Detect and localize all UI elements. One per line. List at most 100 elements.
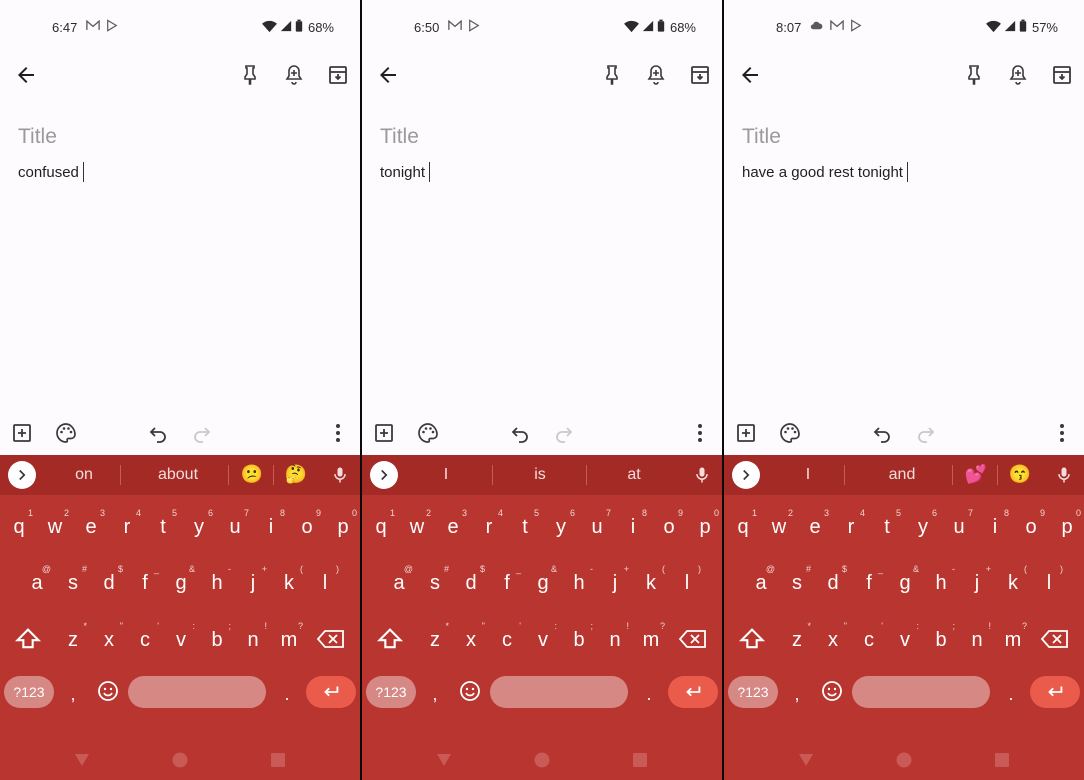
backspace-key[interactable]	[316, 625, 346, 653]
expand-toolbar-button[interactable]	[732, 461, 760, 489]
key-h[interactable]: -h	[199, 559, 235, 599]
emoji-suggestion[interactable]: 💕	[964, 464, 988, 485]
key-j[interactable]: + j	[235, 559, 271, 599]
backspace-key[interactable]	[678, 625, 708, 653]
key-l[interactable]: ) l	[669, 559, 705, 599]
key-h[interactable]: -h	[923, 559, 959, 599]
key-b[interactable]: ; b	[923, 616, 959, 656]
nav-back-triangle-icon[interactable]	[434, 750, 454, 770]
suggestion-word[interactable]: and	[862, 466, 942, 484]
back-arrow-icon[interactable]	[738, 63, 762, 87]
key-b[interactable]: ; b	[199, 616, 235, 656]
note-body-field[interactable]: tonight	[380, 162, 431, 182]
key-q[interactable]: 1q	[363, 503, 399, 543]
emoji-key[interactable]	[458, 679, 482, 703]
note-body-field[interactable]: have a good rest tonight	[742, 162, 908, 182]
symbols-key[interactable]: ?123	[728, 676, 778, 708]
undo-icon[interactable]	[870, 421, 894, 445]
reminder-bell-icon[interactable]	[644, 63, 668, 87]
period-key[interactable]: .	[640, 680, 658, 708]
note-title-field[interactable]: Title	[380, 125, 419, 149]
key-p[interactable]: 0p	[325, 503, 360, 543]
key-w[interactable]: 2w	[37, 503, 73, 543]
nav-home-circle-icon[interactable]	[170, 750, 190, 770]
space-bar[interactable]	[128, 676, 266, 708]
key-o[interactable]: 9o	[289, 503, 325, 543]
palette-icon[interactable]	[778, 421, 802, 445]
key-i[interactable]: 8i	[615, 503, 651, 543]
key-f[interactable]: _ f	[127, 559, 163, 599]
archive-icon[interactable]	[688, 63, 712, 87]
key-m[interactable]: ? m	[995, 616, 1031, 656]
key-m[interactable]: ? m	[633, 616, 669, 656]
key-a[interactable]: @ a	[743, 559, 779, 599]
comma-key[interactable]: ,	[426, 680, 444, 708]
key-k[interactable]: (k	[633, 559, 669, 599]
shift-key[interactable]	[376, 625, 404, 653]
space-bar[interactable]	[852, 676, 990, 708]
archive-icon[interactable]	[1050, 63, 1074, 87]
nav-back-triangle-icon[interactable]	[72, 750, 92, 770]
key-t[interactable]: 5t	[145, 503, 181, 543]
redo-icon[interactable]	[552, 421, 576, 445]
key-w[interactable]: 2w	[761, 503, 797, 543]
back-arrow-icon[interactable]	[376, 63, 400, 87]
redo-icon[interactable]	[914, 421, 938, 445]
key-n[interactable]: ! n	[959, 616, 995, 656]
key-e[interactable]: 3e	[73, 503, 109, 543]
key-u[interactable]: 7u	[217, 503, 253, 543]
key-s[interactable]: # s	[417, 559, 453, 599]
suggestion-word[interactable]: about	[138, 466, 218, 484]
key-l[interactable]: ) l	[307, 559, 343, 599]
nav-back-triangle-icon[interactable]	[796, 750, 816, 770]
key-i[interactable]: 8i	[977, 503, 1013, 543]
key-r[interactable]: 4r	[833, 503, 869, 543]
note-title-field[interactable]: Title	[742, 125, 781, 149]
note-title-field[interactable]: Title	[18, 125, 57, 149]
enter-key[interactable]	[306, 676, 356, 708]
more-options-icon[interactable]	[326, 421, 350, 445]
key-d[interactable]: $ d	[91, 559, 127, 599]
key-c[interactable]: ' c	[851, 616, 887, 656]
emoji-key[interactable]	[820, 679, 844, 703]
key-o[interactable]: 9o	[1013, 503, 1049, 543]
comma-key[interactable]: ,	[64, 680, 82, 708]
key-h[interactable]: -h	[561, 559, 597, 599]
suggestion-word[interactable]: I	[406, 466, 486, 484]
emoji-suggestion[interactable]: 🤔	[284, 464, 308, 485]
back-arrow-icon[interactable]	[14, 63, 38, 87]
nav-recents-square-icon[interactable]	[268, 750, 288, 770]
enter-key[interactable]	[1030, 676, 1080, 708]
key-l[interactable]: ) l	[1031, 559, 1067, 599]
key-z[interactable]: * z	[779, 616, 815, 656]
key-a[interactable]: @ a	[381, 559, 417, 599]
redo-icon[interactable]	[190, 421, 214, 445]
key-v[interactable]: :v	[525, 616, 561, 656]
key-e[interactable]: 3e	[435, 503, 471, 543]
more-options-icon[interactable]	[1050, 421, 1074, 445]
nav-recents-square-icon[interactable]	[630, 750, 650, 770]
add-box-icon[interactable]	[10, 421, 34, 445]
add-box-icon[interactable]	[734, 421, 758, 445]
backspace-key[interactable]	[1040, 625, 1070, 653]
key-r[interactable]: 4r	[471, 503, 507, 543]
pin-icon[interactable]	[238, 63, 262, 87]
key-o[interactable]: 9o	[651, 503, 687, 543]
suggestion-word[interactable]: on	[44, 466, 124, 484]
key-y[interactable]: 6y	[543, 503, 579, 543]
key-c[interactable]: ' c	[489, 616, 525, 656]
key-g[interactable]: & g	[887, 559, 923, 599]
key-q[interactable]: 1q	[1, 503, 37, 543]
reminder-bell-icon[interactable]	[1006, 63, 1030, 87]
microphone-icon[interactable]	[1054, 465, 1074, 485]
shift-key[interactable]	[738, 625, 766, 653]
comma-key[interactable]: ,	[788, 680, 806, 708]
emoji-key[interactable]	[96, 679, 120, 703]
palette-icon[interactable]	[416, 421, 440, 445]
key-e[interactable]: 3e	[797, 503, 833, 543]
key-j[interactable]: + j	[959, 559, 995, 599]
suggestion-word[interactable]: is	[500, 466, 580, 484]
key-n[interactable]: ! n	[597, 616, 633, 656]
note-body-field[interactable]: confused	[18, 162, 84, 182]
key-s[interactable]: # s	[55, 559, 91, 599]
